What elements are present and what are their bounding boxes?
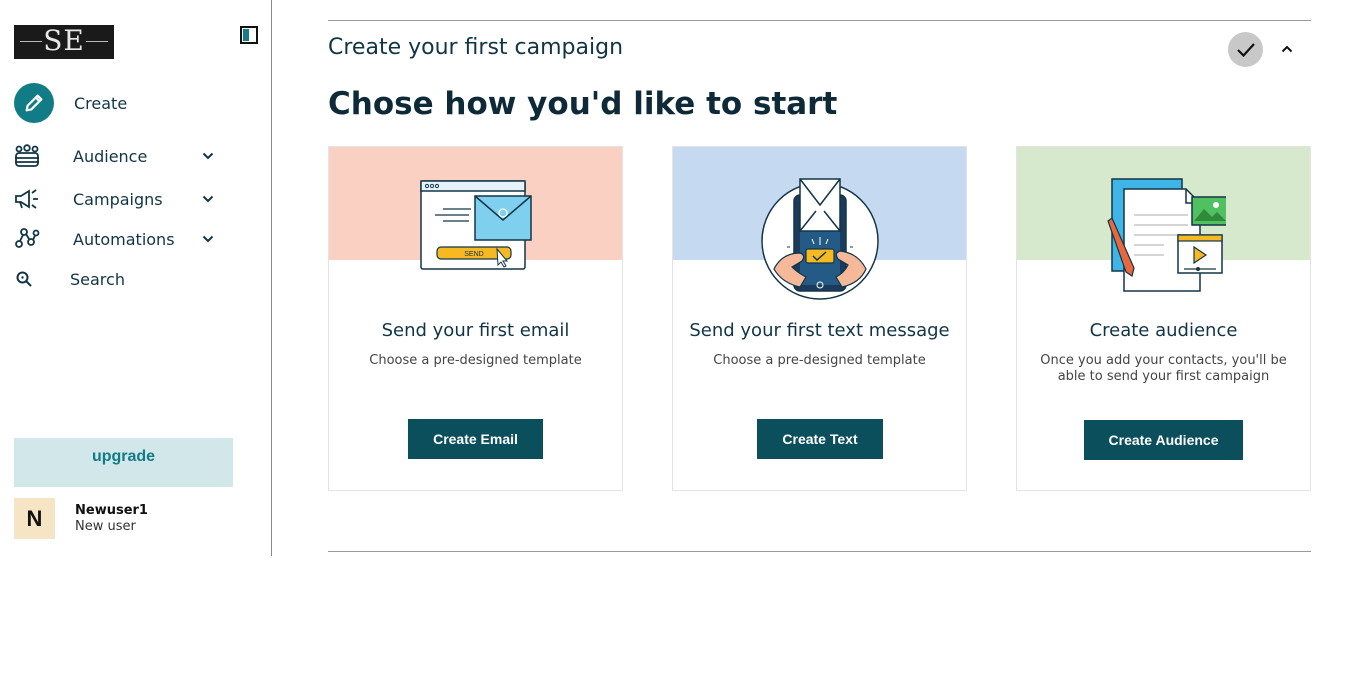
- phone-message-illustration-icon: [673, 177, 966, 301]
- sidebar-toggle-icon: [243, 29, 249, 41]
- chevron-down-icon[interactable]: [202, 235, 214, 243]
- create-audience-button[interactable]: Create Audience: [1084, 420, 1243, 460]
- chevron-up-icon: [1281, 45, 1293, 53]
- search-icon: [14, 270, 34, 288]
- sidebar: SE Create Audience Campaigns Automations: [0, 0, 272, 556]
- sidebar-item-label: Automations: [73, 229, 175, 249]
- send-button-illus-label: SEND: [464, 251, 483, 258]
- sidebar-item-audience[interactable]: Audience: [14, 143, 234, 169]
- brand-logo[interactable]: SE: [14, 25, 114, 59]
- section-bottom-divider: [328, 551, 1311, 552]
- sidebar-item-campaigns[interactable]: Campaigns: [14, 186, 234, 212]
- upgrade-button[interactable]: upgrade: [14, 438, 233, 487]
- sidebar-item-label: Create: [74, 93, 128, 113]
- chevron-down-icon[interactable]: [202, 195, 214, 203]
- collapse-section-button[interactable]: [1278, 40, 1296, 58]
- card-description: Choose a pre-designed template: [369, 353, 582, 368]
- card-title: Send your first text message: [689, 320, 950, 341]
- sidebar-item-search[interactable]: Search: [14, 268, 125, 290]
- email-card: SEND Send your first email Choose a pre-…: [328, 146, 623, 491]
- megaphone-icon: [14, 188, 40, 210]
- page-heading: Chose how you'd like to start: [328, 86, 838, 122]
- pencil-icon: [14, 83, 54, 123]
- create-email-button[interactable]: Create Email: [408, 419, 543, 459]
- card-title: Create audience: [1089, 320, 1238, 341]
- sidebar-item-label: Search: [70, 269, 125, 289]
- user-profile[interactable]: N Newuser1 New user: [14, 498, 148, 539]
- chevron-down-icon[interactable]: [202, 152, 214, 160]
- sidebar-toggle-button[interactable]: [240, 26, 258, 44]
- sidebar-item-label: Campaigns: [73, 189, 163, 209]
- card-title: Send your first email: [381, 320, 570, 341]
- text-message-card: Send your first text message Choose a pr…: [672, 146, 967, 491]
- section-title: Create your first campaign: [328, 35, 624, 60]
- user-name: Newuser1: [75, 502, 148, 518]
- sidebar-item-automations[interactable]: Automations: [14, 226, 234, 252]
- documents-media-illustration-icon: [1017, 177, 1310, 295]
- workflow-nodes-icon: [14, 227, 40, 251]
- email-illustration-icon: SEND: [329, 175, 622, 271]
- sidebar-item-label: Audience: [73, 146, 148, 166]
- card-description: Once you add your contacts, you'll be ab…: [1040, 353, 1287, 384]
- create-text-button[interactable]: Create Text: [757, 419, 883, 459]
- avatar: N: [14, 498, 55, 539]
- create-audience-card: Create audience Once you add your contac…: [1016, 146, 1311, 491]
- user-info: Newuser1 New user: [75, 503, 148, 535]
- section-top-divider: [328, 20, 1311, 21]
- user-role: New user: [75, 518, 136, 534]
- logo-text: SE: [43, 25, 85, 57]
- people-group-icon: [14, 144, 40, 168]
- sidebar-item-create[interactable]: Create: [14, 83, 127, 123]
- checkmark-icon: [1236, 42, 1255, 57]
- mark-complete-button[interactable]: [1228, 32, 1263, 67]
- card-description: Choose a pre-designed template: [713, 353, 926, 368]
